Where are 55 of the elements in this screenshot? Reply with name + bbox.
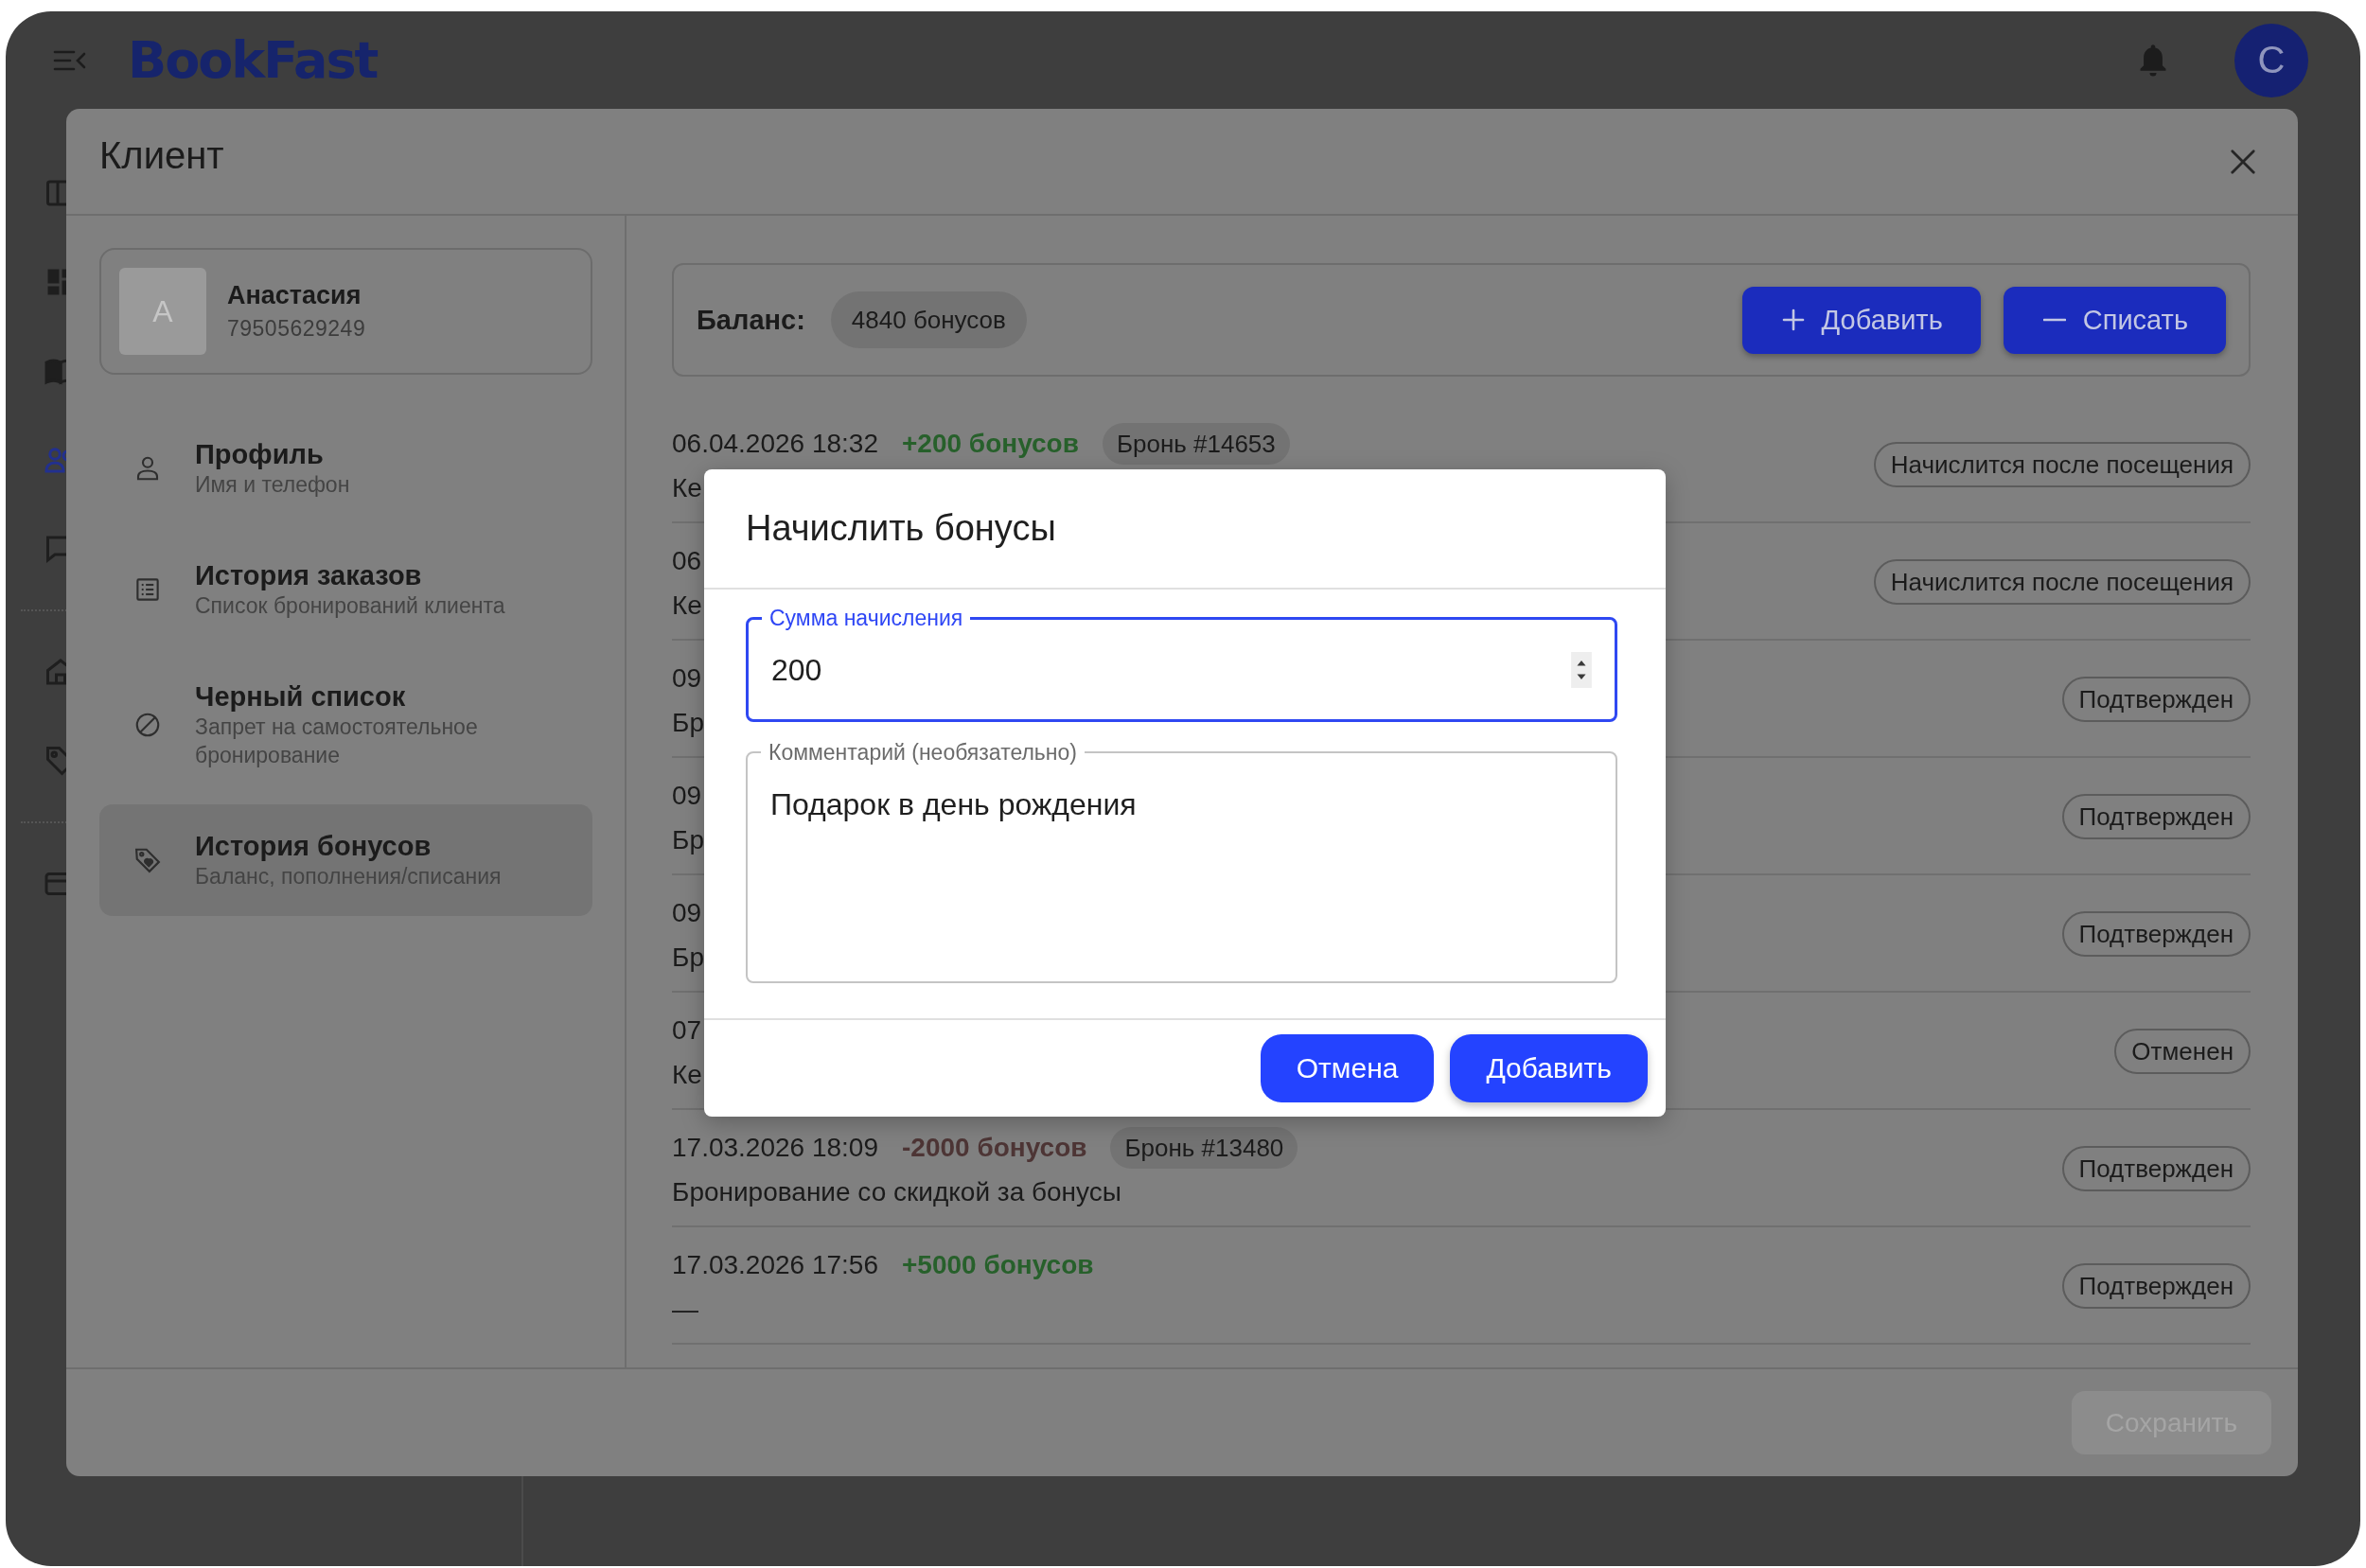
close-icon[interactable] [2229, 147, 2257, 176]
menu-item[interactable]: Профиль Имя и телефон [99, 413, 592, 524]
transaction-description: Ке [672, 472, 702, 504]
transaction-description: Бр [672, 707, 704, 739]
menu-item[interactable]: Черный список Запрет на самостоятельное бронирование [99, 655, 592, 795]
comment-label: Комментарий (необязательно) [768, 739, 1078, 766]
status-badge: Начислится после посещения [1873, 442, 2251, 487]
menu-icon[interactable] [53, 48, 87, 72]
balance-amount: 4840 бонусов [830, 291, 1027, 348]
transaction-description: Бронирование со скидкой за бонусы [672, 1176, 1121, 1208]
modal-title: Клиент [99, 134, 224, 177]
bonus-amount: +200 бонусов [902, 429, 1079, 459]
booking-tag: Бронь #14653 [1102, 423, 1290, 465]
transaction-description: — [672, 1294, 698, 1326]
plus-icon [1781, 308, 1805, 331]
transaction-date: 07 [672, 1015, 702, 1046]
confirm-button[interactable]: Добавить [1450, 1034, 1648, 1102]
dialog-title: Начислить бонусы [746, 508, 1056, 549]
add-button[interactable]: Добавить [1741, 286, 1981, 354]
transaction-date: 09 [672, 898, 702, 928]
minus-icon [2042, 318, 2066, 322]
ban-icon [133, 711, 162, 739]
client-name: Анастасия [227, 281, 362, 310]
comment-textarea[interactable]: Комментарий (необязательно) Подарок в день рождения [746, 739, 1617, 983]
transaction-date: 17.03.2026 17:56 [672, 1250, 878, 1280]
bonus-amount: -2000 бонусов [902, 1133, 1087, 1163]
transaction-date: 17.03.2026 18:09 [672, 1133, 878, 1163]
transaction-description: Ке [672, 590, 702, 622]
bonus-amount: +5000 бонусов [902, 1250, 1094, 1280]
spinner-icon[interactable] [1571, 652, 1592, 688]
list-icon [133, 575, 162, 604]
status-badge: Подтвержден [2061, 794, 2251, 839]
status-badge: Подтвержден [2061, 677, 2251, 722]
amount-label: Сумма начисления [768, 605, 964, 631]
transaction-date: 06.04.2026 18:32 [672, 429, 878, 459]
transaction-description: Ке [672, 1059, 702, 1091]
booking-tag: Бронь #13480 [1110, 1127, 1298, 1169]
subtract-button[interactable]: Списать [2003, 286, 2226, 354]
balance-label: Баланс: [697, 304, 805, 336]
tag-icon[interactable] [44, 744, 66, 778]
status-badge: Подтвержден [2061, 1146, 2251, 1191]
status-badge: Отменен [2114, 1029, 2251, 1074]
cancel-button[interactable]: Отмена [1260, 1034, 1435, 1102]
status-badge: Подтвержден [2061, 1263, 2251, 1309]
status-badge: Подтвержден [2061, 911, 2251, 957]
menu-item[interactable]: История заказов Список бронирований клиента [99, 534, 592, 645]
transaction-date: 09 [672, 663, 702, 694]
transaction-description: Бр [672, 942, 704, 974]
client-phone: 79505629249 [227, 316, 366, 342]
transaction-description: Бр [672, 824, 704, 856]
transaction-date: 09 [672, 781, 702, 811]
user-avatar[interactable]: С [2234, 23, 2308, 97]
status-badge: Начислится после посещения [1873, 559, 2251, 605]
tag-icon [133, 846, 162, 874]
transaction-date: 06 [672, 546, 702, 576]
